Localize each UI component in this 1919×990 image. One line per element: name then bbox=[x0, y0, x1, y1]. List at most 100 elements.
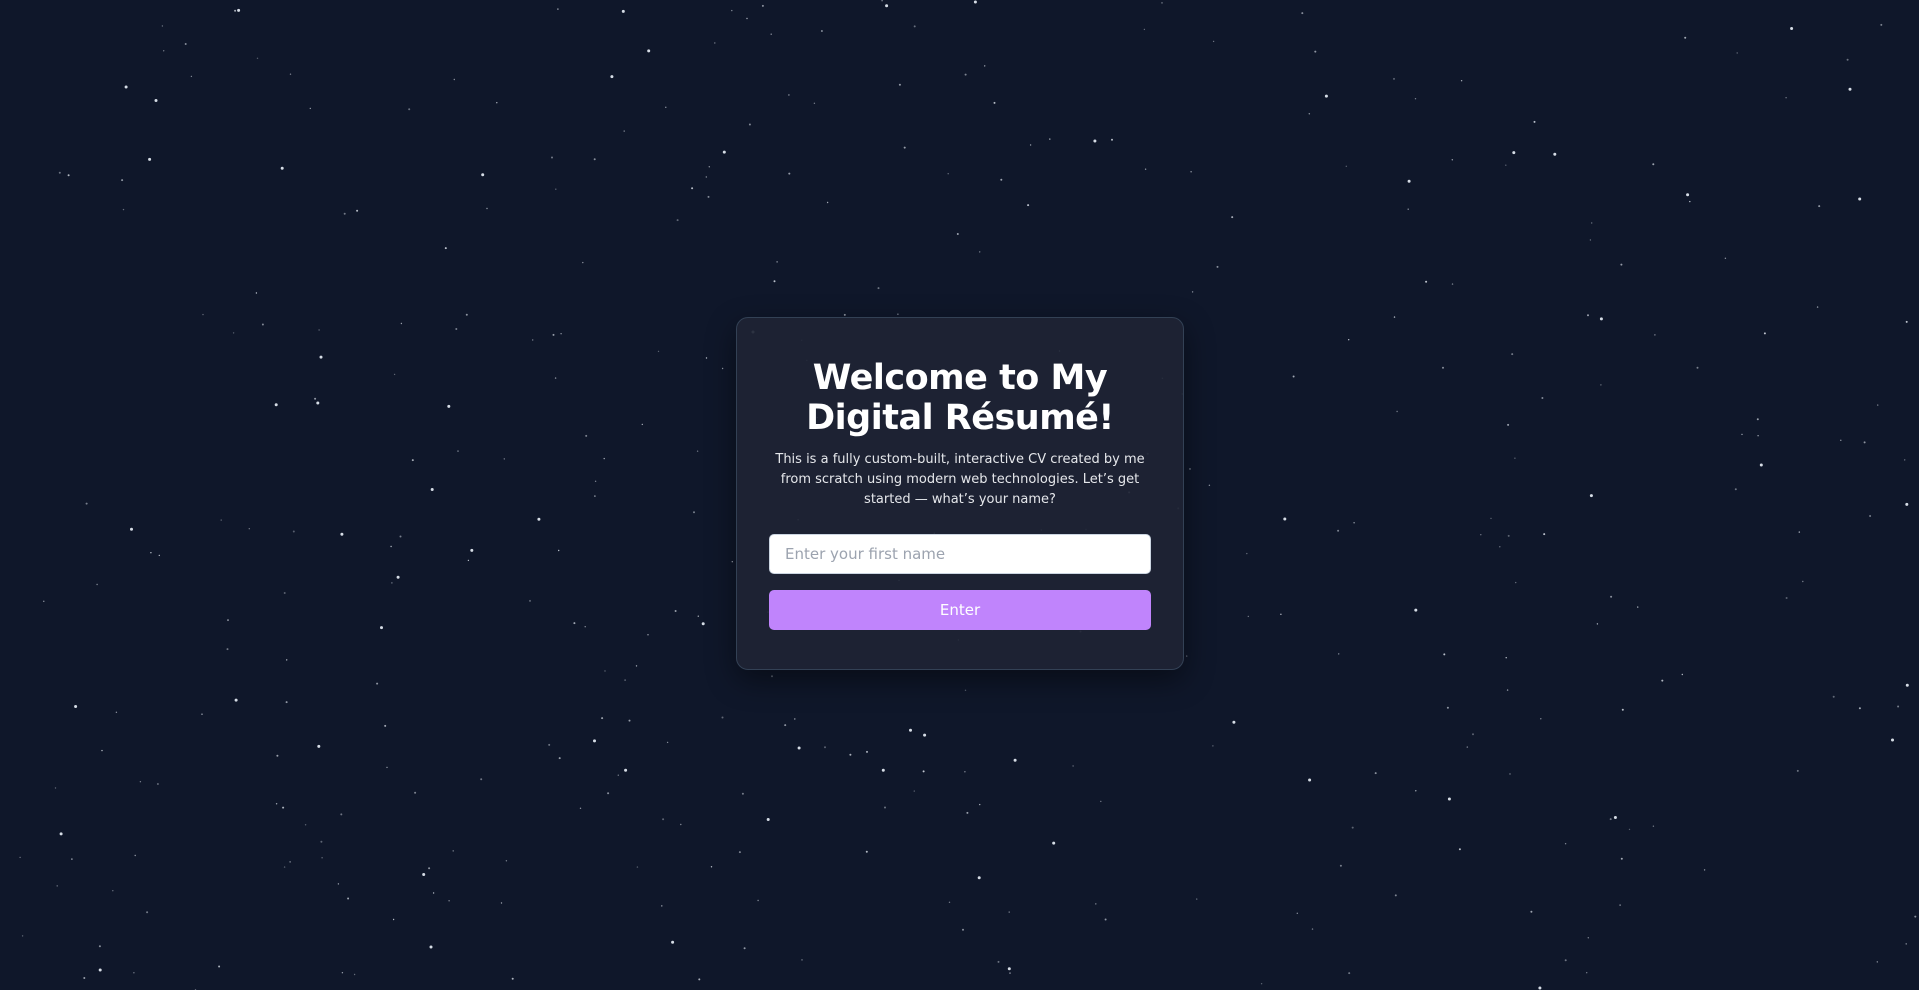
star bbox=[1840, 439, 1842, 441]
star bbox=[1196, 898, 1198, 900]
star bbox=[1858, 197, 1862, 201]
star bbox=[1451, 283, 1454, 285]
star bbox=[1283, 517, 1287, 521]
star bbox=[962, 928, 964, 931]
star bbox=[537, 517, 541, 521]
star bbox=[341, 972, 344, 974]
star bbox=[1609, 818, 1612, 821]
star bbox=[444, 247, 447, 250]
star bbox=[429, 945, 433, 949]
star bbox=[748, 123, 751, 126]
enter-button[interactable]: Enter bbox=[769, 590, 1151, 630]
star bbox=[98, 945, 101, 948]
star bbox=[1877, 404, 1879, 406]
star bbox=[865, 850, 868, 853]
star bbox=[202, 313, 204, 316]
star bbox=[393, 373, 396, 376]
star bbox=[337, 883, 340, 885]
star bbox=[1763, 332, 1766, 335]
star bbox=[984, 65, 986, 67]
star bbox=[320, 840, 323, 843]
star bbox=[1311, 928, 1314, 930]
starry-background: Welcome to My Digital Résumé! This is a … bbox=[0, 0, 1919, 990]
star bbox=[881, 0, 883, 2]
star bbox=[316, 401, 320, 405]
star bbox=[465, 313, 468, 316]
star bbox=[1759, 463, 1763, 467]
star bbox=[532, 339, 534, 341]
star bbox=[657, 350, 660, 353]
star bbox=[54, 787, 57, 789]
star bbox=[594, 495, 596, 497]
star bbox=[1308, 778, 1312, 782]
star bbox=[391, 582, 393, 584]
star bbox=[770, 33, 772, 35]
star bbox=[133, 972, 135, 974]
star bbox=[275, 803, 278, 805]
star bbox=[601, 717, 604, 720]
star bbox=[582, 261, 584, 264]
page-title: Welcome to My Digital Résumé! bbox=[769, 358, 1151, 438]
star bbox=[903, 146, 906, 149]
star bbox=[1027, 204, 1030, 207]
star bbox=[705, 176, 707, 178]
star bbox=[428, 867, 431, 870]
star bbox=[1880, 23, 1883, 26]
star bbox=[1093, 139, 1097, 143]
star bbox=[593, 739, 596, 743]
star bbox=[256, 57, 259, 59]
star bbox=[1186, 655, 1188, 657]
star bbox=[453, 78, 455, 81]
star bbox=[1345, 165, 1348, 167]
star bbox=[1802, 580, 1804, 583]
star bbox=[134, 854, 136, 857]
welcome-card: Welcome to My Digital Résumé! This is a … bbox=[736, 317, 1184, 670]
star bbox=[884, 806, 886, 809]
star bbox=[776, 261, 778, 263]
star bbox=[1292, 375, 1295, 378]
star bbox=[1505, 164, 1507, 166]
star bbox=[190, 75, 193, 78]
star bbox=[1013, 758, 1017, 762]
star bbox=[319, 355, 323, 359]
star bbox=[1351, 826, 1354, 829]
star bbox=[1904, 459, 1906, 461]
star bbox=[922, 770, 925, 773]
star bbox=[1447, 797, 1451, 801]
star bbox=[1052, 841, 1056, 845]
star bbox=[158, 554, 160, 557]
star bbox=[714, 42, 716, 44]
star bbox=[826, 201, 829, 204]
star bbox=[1490, 517, 1492, 520]
star bbox=[376, 682, 379, 685]
star bbox=[218, 965, 221, 968]
star bbox=[1905, 320, 1908, 323]
star bbox=[1790, 27, 1794, 30]
star bbox=[813, 102, 816, 105]
star bbox=[1072, 765, 1074, 767]
star bbox=[285, 701, 288, 704]
star bbox=[1736, 52, 1738, 54]
star bbox=[738, 851, 741, 854]
star bbox=[603, 457, 605, 460]
star bbox=[1596, 623, 1599, 625]
star bbox=[163, 50, 165, 52]
star bbox=[820, 30, 823, 32]
star bbox=[390, 545, 392, 548]
star bbox=[340, 813, 343, 816]
star bbox=[1458, 848, 1461, 851]
star bbox=[604, 670, 606, 672]
star bbox=[698, 978, 701, 981]
star bbox=[1587, 314, 1589, 317]
star bbox=[1891, 738, 1894, 742]
star bbox=[1008, 911, 1010, 913]
star bbox=[154, 99, 158, 102]
first-name-input[interactable] bbox=[769, 534, 1151, 574]
star bbox=[624, 768, 628, 772]
star bbox=[666, 741, 669, 744]
star bbox=[741, 792, 744, 795]
star bbox=[1161, 2, 1163, 4]
star bbox=[585, 434, 588, 437]
star bbox=[1190, 171, 1192, 173]
star bbox=[1394, 894, 1397, 897]
